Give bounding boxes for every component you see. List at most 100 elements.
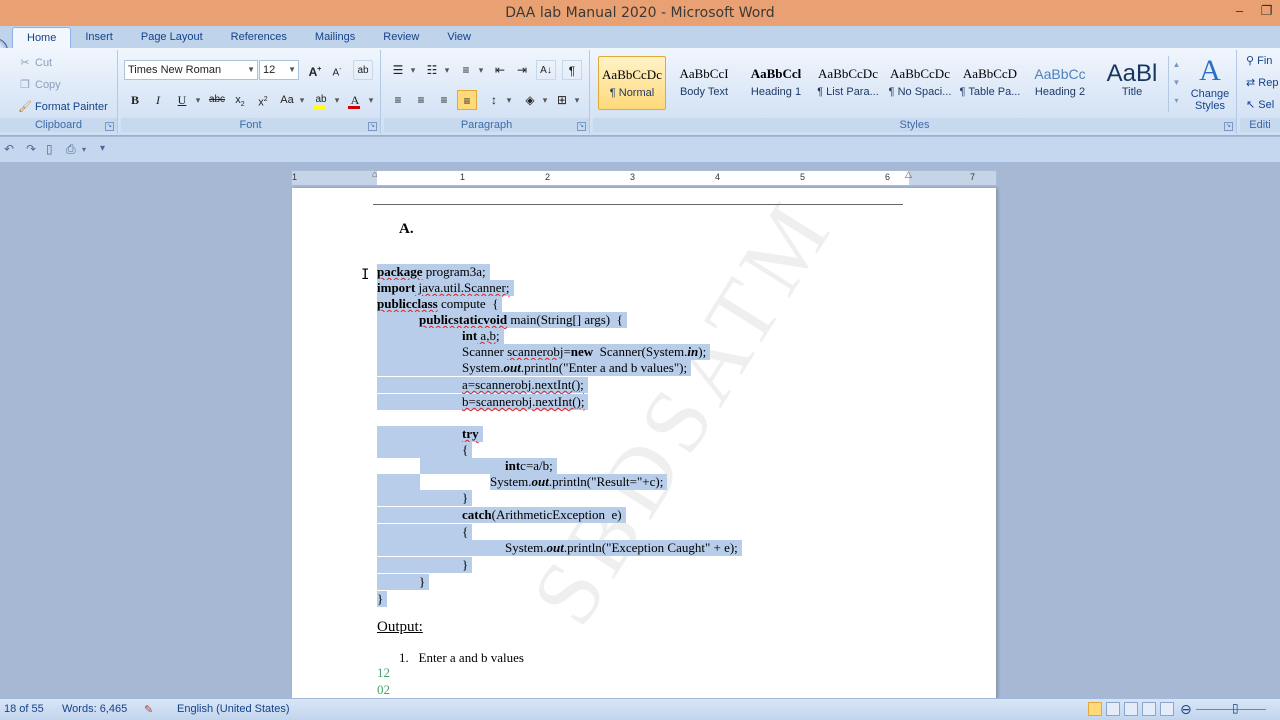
line-spacing-button[interactable]: ↕ (484, 90, 504, 110)
font-size-combo[interactable]: 12 ▼ (259, 60, 299, 80)
more-icon[interactable]: ▾ (1169, 92, 1184, 110)
tab-page-layout[interactable]: Page Layout (127, 27, 217, 48)
sort-button[interactable]: A↓ (536, 60, 556, 80)
tab-view[interactable]: View (433, 27, 485, 48)
change-case-dropdown[interactable]: ▾ (297, 90, 307, 110)
underline-button[interactable]: U (172, 90, 192, 110)
tab-home[interactable]: Home (12, 27, 72, 48)
increase-indent-button[interactable]: ⇥ (512, 60, 532, 80)
web-layout-view-button[interactable] (1124, 702, 1138, 716)
font-color-button[interactable]: A (345, 90, 365, 110)
numbering-button[interactable]: ☷ (422, 60, 442, 80)
clipboard-group: ✂ Cut ❐ Copy 🖌 Format Painter Clipboard ↘ (0, 50, 118, 134)
font-color-dropdown[interactable]: ▾ (366, 90, 376, 110)
line-spacing-dropdown[interactable]: ▾ (504, 90, 514, 110)
subscript-button[interactable]: x2 (230, 90, 250, 110)
font-launcher[interactable]: ↘ (368, 122, 377, 131)
minimize-button[interactable]: – (1226, 0, 1253, 24)
align-right-button[interactable]: ≡ (434, 90, 454, 110)
restore-button[interactable]: ❐ (1253, 0, 1280, 24)
zoom-slider[interactable] (1196, 709, 1266, 710)
shrink-font-button[interactable]: A- (327, 60, 347, 80)
styles-launcher[interactable]: ↘ (1224, 122, 1233, 131)
cut-button[interactable]: ✂ Cut (18, 56, 52, 70)
justify-button[interactable]: ≡ (457, 90, 477, 110)
paragraph-launcher[interactable]: ↘ (577, 122, 586, 131)
style-no-spacing[interactable]: AaBbCcDc ¶ No Spaci... (886, 56, 954, 110)
copy-button[interactable]: ❐ Copy (18, 78, 61, 92)
undo-icon[interactable]: ↶ (4, 142, 14, 156)
align-center-button[interactable]: ≡ (411, 90, 431, 110)
change-case-button[interactable]: Aa (277, 90, 297, 110)
style-body-text[interactable]: AaBbCcI Body Text (670, 56, 738, 110)
bullets-dropdown[interactable]: ▾ (408, 60, 418, 80)
tab-insert[interactable]: Insert (71, 27, 127, 48)
page-count[interactable]: 18 of 55 (4, 703, 44, 715)
grow-font-button[interactable]: A+ (305, 60, 325, 80)
change-styles-button[interactable]: A Change Styles (1186, 54, 1234, 118)
italic-button[interactable]: I (148, 90, 168, 110)
code-line: publicclass compute { (377, 296, 503, 312)
redo-icon[interactable]: ↷ (26, 142, 36, 156)
draft-view-button[interactable] (1160, 702, 1174, 716)
style-heading-2[interactable]: AaBbCc Heading 2 (1026, 56, 1094, 110)
superscript-button[interactable]: x2 (253, 90, 273, 110)
highlight-dropdown[interactable]: ▾ (332, 90, 342, 110)
code-line: Scanner scannerobj=new Scanner(System.in… (377, 344, 711, 360)
zoom-out-icon[interactable]: ⊖ (1180, 701, 1192, 718)
document-page[interactable]: SBDSATM A. package program3a; import jav… (292, 180, 996, 698)
left-indent-marker[interactable]: ⌂ (372, 169, 377, 179)
zoom-slider-thumb[interactable]: ▯ (1232, 701, 1239, 715)
tab-review[interactable]: Review (369, 27, 433, 48)
shading-dropdown[interactable]: ▾ (540, 90, 550, 110)
multilevel-list-button[interactable]: ≡ (456, 60, 476, 80)
style-heading-1[interactable]: AaBbCcl Heading 1 (742, 56, 810, 110)
code-line: { (462, 442, 473, 458)
borders-button[interactable]: ⊞ (552, 90, 572, 110)
align-left-button[interactable]: ≡ (388, 90, 408, 110)
outline-view-button[interactable] (1142, 702, 1156, 716)
print-preview-icon[interactable]: ⎙ (66, 142, 76, 157)
clipboard-launcher[interactable]: ↘ (105, 122, 114, 131)
word-count[interactable]: Words: 6,465 (62, 703, 127, 715)
ruler-number: 4 (715, 172, 721, 182)
style-table-paragraph[interactable]: AaBbCcD ¶ Table Pa... (956, 56, 1024, 110)
style-gallery-scroll[interactable]: ▲ ▼ ▾ (1168, 56, 1184, 112)
decrease-indent-button[interactable]: ⇤ (490, 60, 510, 80)
borders-dropdown[interactable]: ▾ (572, 90, 582, 110)
select-button[interactable]: ↖ Sel (1246, 98, 1274, 111)
tab-references[interactable]: References (217, 27, 301, 48)
chevron-down-icon[interactable]: ▼ (1169, 74, 1184, 92)
print-layout-view-button[interactable] (1088, 702, 1102, 716)
replace-button[interactable]: ⇄ Rep (1246, 76, 1278, 89)
language-indicator[interactable]: English (United States) (177, 703, 290, 715)
customize-toolbar-icon[interactable]: ▾ (100, 143, 105, 154)
clear-formatting-button[interactable]: ab (353, 60, 373, 80)
change-styles-label-1: Change (1190, 88, 1230, 100)
full-screen-view-button[interactable] (1106, 702, 1120, 716)
underline-dropdown[interactable]: ▾ (193, 90, 203, 110)
style-list-paragraph[interactable]: AaBbCcDc ¶ List Para... (814, 56, 882, 110)
show-formatting-button[interactable]: ¶ (562, 60, 582, 80)
change-styles-icon: A (1199, 54, 1221, 87)
tab-mailings[interactable]: Mailings (301, 27, 369, 48)
new-document-icon[interactable]: ▯ (46, 142, 53, 156)
ruler-number: 6 (885, 172, 891, 182)
bold-button[interactable]: B (125, 90, 145, 110)
chevron-down-icon[interactable]: ▾ (82, 145, 86, 154)
chevron-up-icon[interactable]: ▲ (1169, 56, 1184, 74)
highlight-button[interactable]: ab (311, 90, 331, 110)
bullets-button[interactable]: ☰ (388, 60, 408, 80)
right-indent-marker[interactable]: △ (905, 169, 912, 180)
shading-button[interactable]: ◈ (520, 90, 540, 110)
proofing-icon[interactable]: ✎ (144, 703, 153, 716)
numbering-dropdown[interactable]: ▾ (442, 60, 452, 80)
style-title[interactable]: AaBl Title (1098, 56, 1166, 110)
strikethrough-button[interactable]: abc (207, 90, 227, 110)
format-painter-button[interactable]: 🖌 Format Painter (18, 100, 108, 114)
font-name-combo[interactable]: Times New Roman ▼ (124, 60, 258, 80)
multilevel-dropdown[interactable]: ▾ (476, 60, 486, 80)
style-normal[interactable]: AaBbCcDc ¶ Normal (598, 56, 666, 110)
find-button[interactable]: ⚲ Fin (1246, 54, 1272, 67)
horizontal-ruler[interactable]: 1 1 2 3 4 5 6 7 ⌂ △ (291, 169, 997, 186)
